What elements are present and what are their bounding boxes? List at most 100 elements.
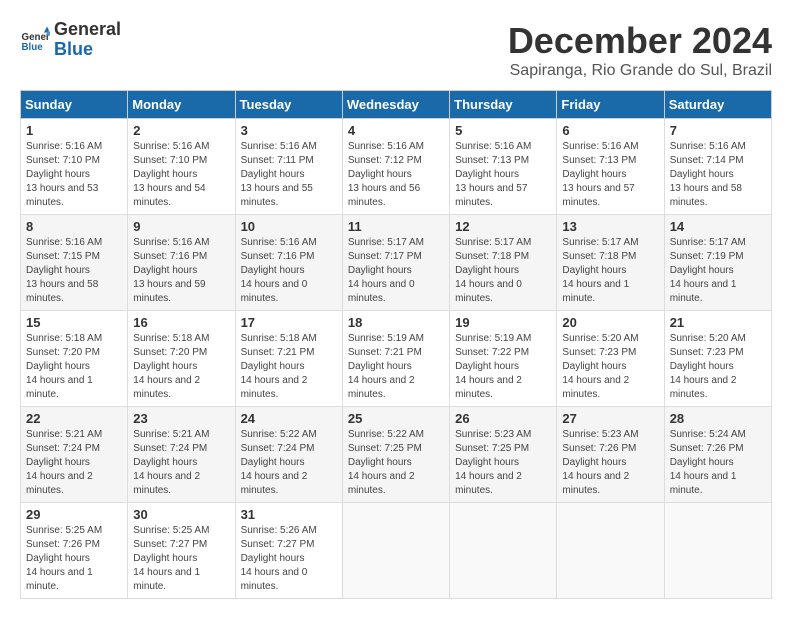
day-number: 29 [26,507,122,522]
day-number: 4 [348,123,444,138]
day-info: Sunrise: 5:18 AMSunset: 7:21 PMDaylight … [241,332,337,402]
calendar-cell: 20 Sunrise: 5:20 AMSunset: 7:23 PMDayligh… [557,311,664,407]
calendar-cell: 10 Sunrise: 5:16 AMSunset: 7:16 PMDayligh… [235,215,342,311]
day-number: 8 [26,219,122,234]
day-number: 2 [133,123,229,138]
header-row: SundayMondayTuesdayWednesdayThursdayFrid… [21,91,772,119]
day-number: 6 [562,123,658,138]
day-info: Sunrise: 5:22 AMSunset: 7:24 PMDaylight … [241,428,337,498]
day-info: Sunrise: 5:16 AMSunset: 7:15 PMDaylight … [26,236,122,306]
day-info: Sunrise: 5:25 AMSunset: 7:26 PMDaylight … [26,524,122,594]
calendar-cell: 23Sunrise: 5:21 AMSunset: 7:24 PMDayligh… [128,407,235,503]
day-number: 14 [670,219,766,234]
day-number: 7 [670,123,766,138]
page-header: General Blue General Blue December 2024 … [20,20,772,80]
day-info: Sunrise: 5:24 AMSunset: 7:26 PMDaylight … [670,428,766,498]
location-title: Sapiranga, Rio Grande do Sul, Brazil [508,62,772,80]
day-info: Sunrise: 5:17 AMSunset: 7:18 PMDaylight … [455,236,551,306]
day-info: Sunrise: 5:23 AMSunset: 7:25 PMDaylight … [455,428,551,498]
calendar-table: SundayMondayTuesdayWednesdayThursdayFrid… [20,90,772,599]
day-number: 30 [133,507,229,522]
svg-text:Blue: Blue [22,42,44,53]
header-thursday: Thursday [450,91,557,119]
day-number: 3 [241,123,337,138]
calendar-cell [664,503,771,599]
calendar-cell: 16 Sunrise: 5:18 AMSunset: 7:20 PMDayligh… [128,311,235,407]
calendar-week-1: 1 Sunrise: 5:16 AMSunset: 7:10 PMDaylight… [21,119,772,215]
day-info: Sunrise: 5:16 AMSunset: 7:13 PMDaylight … [562,140,658,210]
day-info: Sunrise: 5:19 AMSunset: 7:21 PMDaylight … [348,332,444,402]
day-info: Sunrise: 5:16 AMSunset: 7:16 PMDaylight … [241,236,337,306]
calendar-cell: 22Sunrise: 5:21 AMSunset: 7:24 PMDayligh… [21,407,128,503]
day-info: Sunrise: 5:16 AMSunset: 7:14 PMDaylight … [670,140,766,210]
day-info: Sunrise: 5:16 AMSunset: 7:10 PMDaylight … [26,140,122,210]
calendar-cell: 8 Sunrise: 5:16 AMSunset: 7:15 PMDaylight… [21,215,128,311]
header-tuesday: Tuesday [235,91,342,119]
calendar-week-2: 8 Sunrise: 5:16 AMSunset: 7:15 PMDaylight… [21,215,772,311]
calendar-cell: 12 Sunrise: 5:17 AMSunset: 7:18 PMDayligh… [450,215,557,311]
calendar-cell: 13Sunrise: 5:17 AMSunset: 7:18 PMDayligh… [557,215,664,311]
day-number: 25 [348,411,444,426]
day-info: Sunrise: 5:17 AMSunset: 7:18 PMDaylight … [562,236,658,306]
calendar-cell: 19 Sunrise: 5:19 AMSunset: 7:22 PMDayligh… [450,311,557,407]
calendar-cell: 3 Sunrise: 5:16 AMSunset: 7:11 PMDaylight… [235,119,342,215]
day-number: 18 [348,315,444,330]
day-number: 31 [241,507,337,522]
day-info: Sunrise: 5:25 AMSunset: 7:27 PMDaylight … [133,524,229,594]
title-block: December 2024 Sapiranga, Rio Grande do S… [508,20,772,80]
calendar-cell: 18 Sunrise: 5:19 AMSunset: 7:21 PMDayligh… [342,311,449,407]
day-info: Sunrise: 5:20 AMSunset: 7:23 PMDaylight … [670,332,766,402]
calendar-cell: 11Sunrise: 5:17 AMSunset: 7:17 PMDayligh… [342,215,449,311]
calendar-week-4: 22Sunrise: 5:21 AMSunset: 7:24 PMDayligh… [21,407,772,503]
calendar-week-3: 15Sunrise: 5:18 AMSunset: 7:20 PMDayligh… [21,311,772,407]
day-info: Sunrise: 5:21 AMSunset: 7:24 PMDaylight … [26,428,122,498]
day-number: 5 [455,123,551,138]
calendar-cell: 24 Sunrise: 5:22 AMSunset: 7:24 PMDayligh… [235,407,342,503]
calendar-cell: 7 Sunrise: 5:16 AMSunset: 7:14 PMDaylight… [664,119,771,215]
day-number: 28 [670,411,766,426]
day-number: 10 [241,219,337,234]
calendar-cell: 9Sunrise: 5:16 AMSunset: 7:16 PMDaylight… [128,215,235,311]
logo-icon: General Blue [20,25,50,55]
day-number: 24 [241,411,337,426]
calendar-cell: 21 Sunrise: 5:20 AMSunset: 7:23 PMDayligh… [664,311,771,407]
calendar-cell: 2 Sunrise: 5:16 AMSunset: 7:10 PMDaylight… [128,119,235,215]
day-info: Sunrise: 5:18 AMSunset: 7:20 PMDaylight … [26,332,122,402]
day-info: Sunrise: 5:20 AMSunset: 7:23 PMDaylight … [562,332,658,402]
day-info: Sunrise: 5:22 AMSunset: 7:25 PMDaylight … [348,428,444,498]
day-info: Sunrise: 5:21 AMSunset: 7:24 PMDaylight … [133,428,229,498]
calendar-cell [557,503,664,599]
day-number: 21 [670,315,766,330]
calendar-cell: 28 Sunrise: 5:24 AMSunset: 7:26 PMDayligh… [664,407,771,503]
day-number: 1 [26,123,122,138]
day-number: 9 [133,219,229,234]
calendar-cell: 31 Sunrise: 5:26 AMSunset: 7:27 PMDayligh… [235,503,342,599]
day-number: 27 [562,411,658,426]
calendar-cell: 25 Sunrise: 5:22 AMSunset: 7:25 PMDayligh… [342,407,449,503]
calendar-cell: 6 Sunrise: 5:16 AMSunset: 7:13 PMDaylight… [557,119,664,215]
day-info: Sunrise: 5:23 AMSunset: 7:26 PMDaylight … [562,428,658,498]
logo-text-blue: Blue [54,40,121,60]
day-info: Sunrise: 5:16 AMSunset: 7:11 PMDaylight … [241,140,337,210]
day-info: Sunrise: 5:16 AMSunset: 7:13 PMDaylight … [455,140,551,210]
header-wednesday: Wednesday [342,91,449,119]
day-number: 19 [455,315,551,330]
calendar-cell: 15Sunrise: 5:18 AMSunset: 7:20 PMDayligh… [21,311,128,407]
day-number: 16 [133,315,229,330]
day-info: Sunrise: 5:16 AMSunset: 7:12 PMDaylight … [348,140,444,210]
day-number: 20 [562,315,658,330]
day-info: Sunrise: 5:26 AMSunset: 7:27 PMDaylight … [241,524,337,594]
header-saturday: Saturday [664,91,771,119]
calendar-cell: 26 Sunrise: 5:23 AMSunset: 7:25 PMDayligh… [450,407,557,503]
month-title: December 2024 [508,20,772,62]
day-info: Sunrise: 5:18 AMSunset: 7:20 PMDaylight … [133,332,229,402]
day-number: 12 [455,219,551,234]
calendar-cell: 1 Sunrise: 5:16 AMSunset: 7:10 PMDaylight… [21,119,128,215]
day-info: Sunrise: 5:16 AMSunset: 7:10 PMDaylight … [133,140,229,210]
header-sunday: Sunday [21,91,128,119]
day-number: 11 [348,219,444,234]
calendar-cell: 5 Sunrise: 5:16 AMSunset: 7:13 PMDaylight… [450,119,557,215]
day-number: 26 [455,411,551,426]
day-info: Sunrise: 5:19 AMSunset: 7:22 PMDaylight … [455,332,551,402]
calendar-cell: 29 Sunrise: 5:25 AMSunset: 7:26 PMDayligh… [21,503,128,599]
